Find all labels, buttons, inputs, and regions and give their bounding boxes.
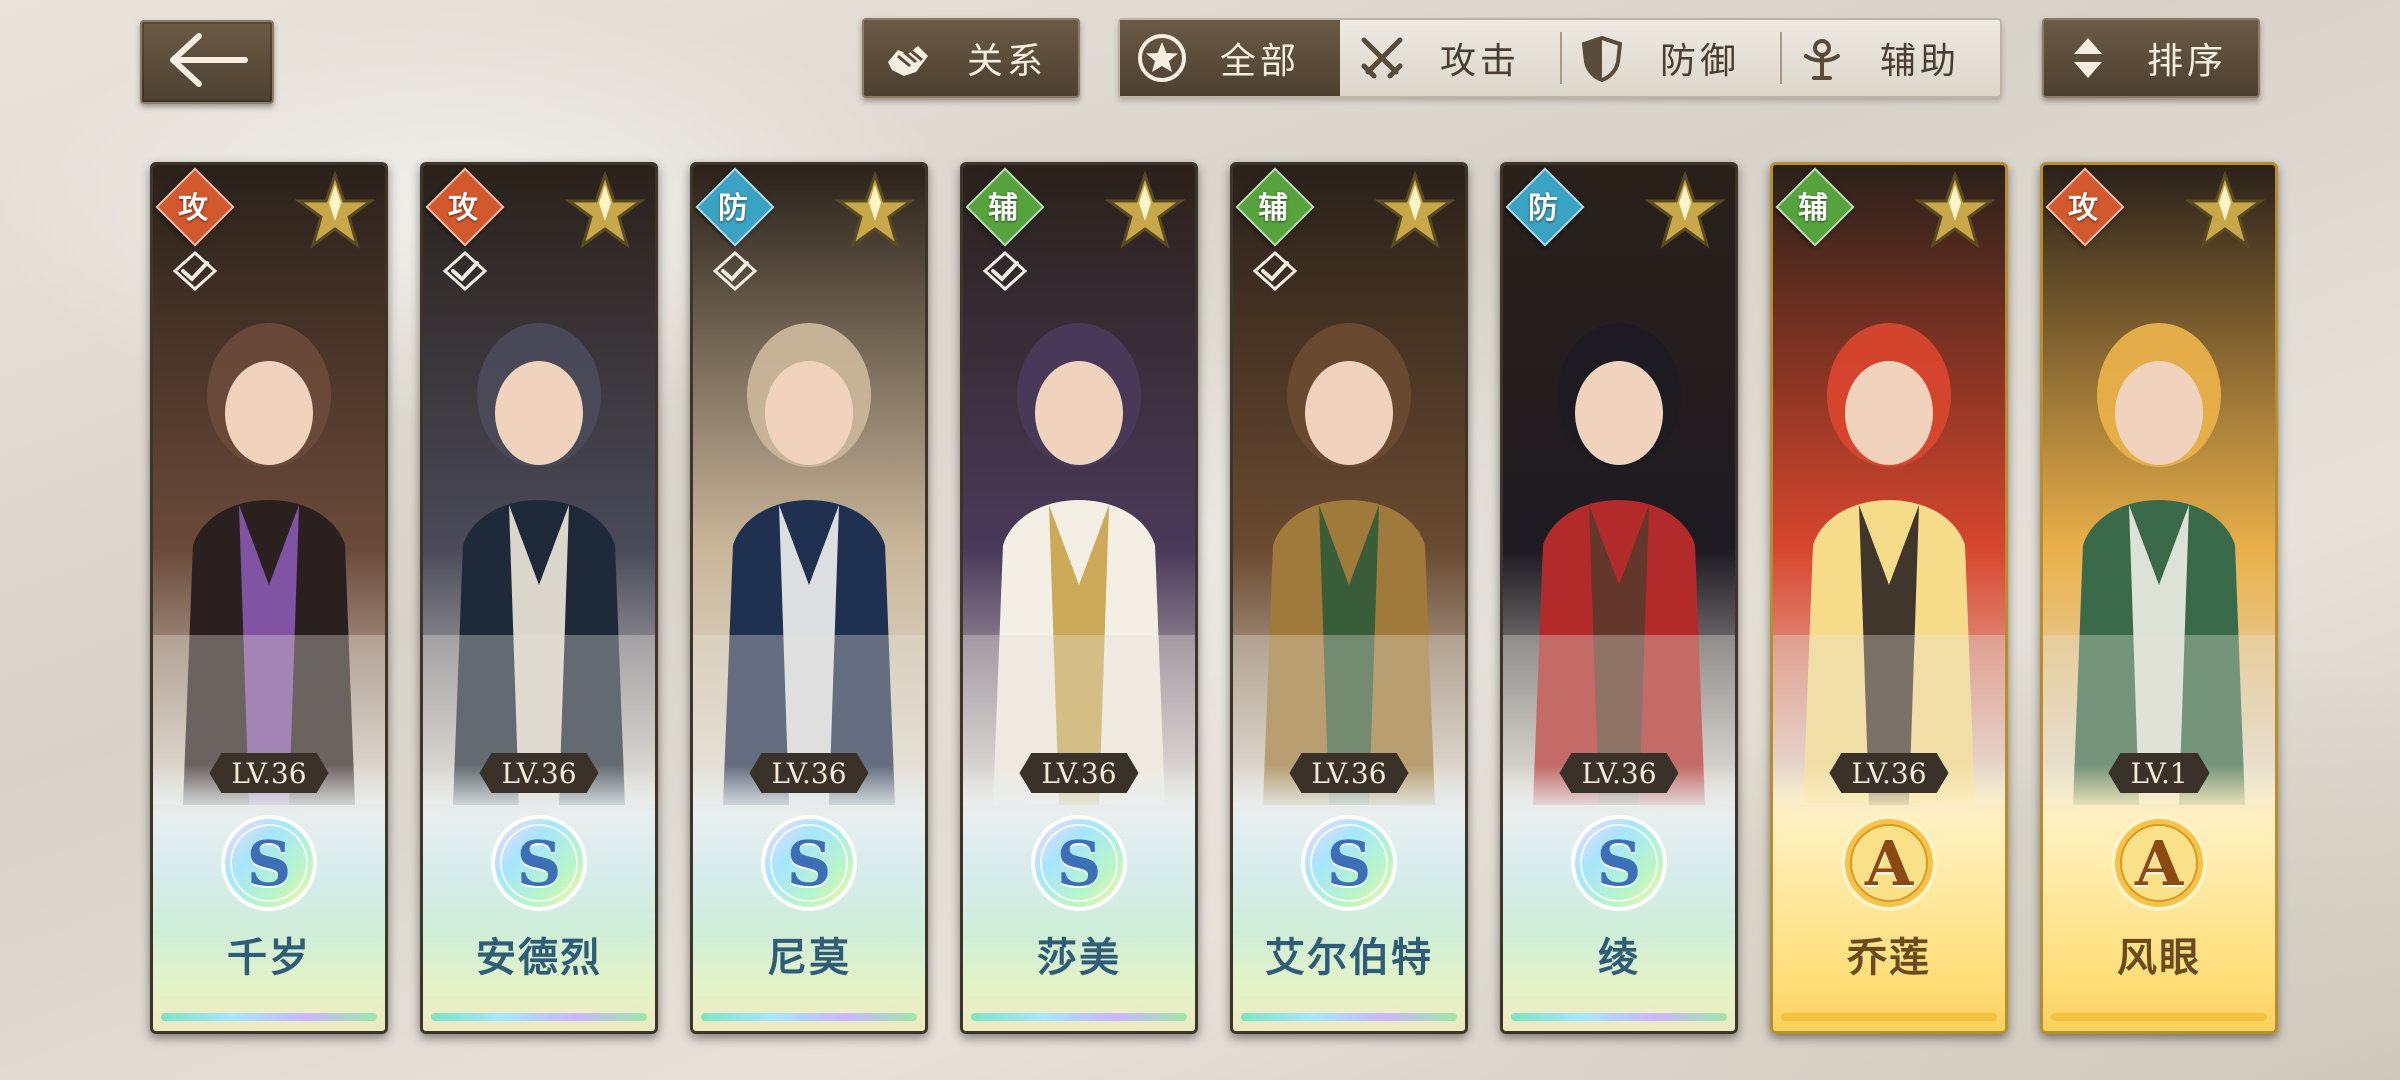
role-badge-label: 辅 [988,191,1018,226]
role-badge-label: 攻 [448,191,478,226]
role-badge-label: 辅 [1798,191,1828,226]
filter-label: 全部 [1219,41,1300,82]
support-icon [1794,30,1850,86]
rank-emblem: S [219,813,319,913]
role-filter-tabs: 全部 攻击 防御 辅助 [1118,18,2002,98]
shield-icon [1574,30,1630,86]
rank-letter: A [1864,826,1914,900]
character-name: 风眼 [2117,935,2201,981]
rank-emblem: A [1839,813,1939,913]
level-badge: LV.36 [1829,753,1948,793]
card-rarity-bar [161,1013,377,1021]
character-card[interactable]: 辅 LV.36 A 乔莲 [1770,162,2008,1034]
star-rank-icon [1914,170,1996,251]
filter-label: 辅助 [1879,41,1960,82]
star-circle-icon [1134,30,1190,86]
level-badge: LV.36 [1289,753,1408,793]
character-portrait [1773,165,2005,805]
relation-label: 关系 [966,41,1047,82]
hero-roster-screen: 关系 全部 攻击 防御 辅助 排序 攻 LV.36 S 千岁 攻 LV.36 S… [0,0,2400,1080]
handshake-icon [880,30,936,86]
rank-letter: A [2134,826,2184,900]
star-rank-icon [294,170,376,251]
character-card[interactable]: 防 LV.36 [690,162,928,1034]
selected-check-icon [1249,245,1301,297]
back-arrow-icon [165,32,249,92]
relation-button[interactable]: 关系 [862,18,1080,98]
character-card[interactable]: 攻 LV.1 A 风眼 [2040,162,2278,1034]
character-name: 尼莫 [767,935,851,981]
filter-tab-defense[interactable]: 防御 [1560,20,1780,96]
star-rank-icon [564,170,646,251]
sort-icon [2060,30,2116,86]
level-badge: LV.36 [749,753,868,793]
card-rarity-bar [1781,1013,1997,1021]
rank-letter: S [786,826,832,900]
selected-check-icon [979,245,1031,297]
filter-tab-all[interactable]: 全部 [1120,20,1340,96]
filter-tab-attack[interactable]: 攻击 [1340,20,1560,96]
selected-check-icon [709,245,761,297]
rank-letter: S [516,826,562,900]
star-rank-icon [834,170,916,251]
level-badge: LV.36 [1559,753,1678,793]
star-rank-icon [2184,170,2266,251]
star-rank-icon [1104,170,1186,251]
rank-emblem: S [1299,813,1399,913]
card-rarity-bar [971,1013,1187,1021]
filter-label: 防御 [1659,41,1740,82]
rank-letter: S [1326,826,1372,900]
card-rarity-bar [431,1013,647,1021]
sort-label: 排序 [2146,41,2227,82]
back-button[interactable] [140,20,274,104]
level-badge: LV.36 [479,753,598,793]
rank-letter: S [246,826,292,900]
card-rarity-bar [701,1013,917,1021]
character-portrait [2043,165,2275,805]
character-name: 莎美 [1037,935,1121,981]
role-badge-label: 攻 [178,191,208,226]
selected-check-icon [169,245,221,297]
character-portrait [1503,165,1735,805]
character-name: 安德烈 [476,935,602,981]
role-badge-label: 辅 [1258,191,1288,226]
selected-check-icon [439,245,491,297]
rank-emblem: S [1029,813,1129,913]
level-badge: LV.1 [2108,753,2209,793]
card-rarity-bar [1241,1013,1457,1021]
card-rarity-bar [1511,1013,1727,1021]
card-rarity-bar [2051,1013,2267,1021]
role-badge-label: 攻 [2068,191,2098,226]
rank-letter: S [1596,826,1642,900]
character-card[interactable]: 辅 LV.36 [960,162,1198,1034]
sort-button[interactable]: 排序 [2042,18,2260,98]
rank-letter: S [1056,826,1102,900]
star-rank-icon [1644,170,1726,251]
role-badge-label: 防 [718,191,748,226]
character-name: 绫 [1598,935,1640,981]
rank-emblem: S [489,813,589,913]
character-card[interactable]: 攻 LV.36 [150,162,388,1034]
level-badge: LV.36 [209,753,328,793]
filter-tab-support[interactable]: 辅助 [1780,20,2000,96]
crossed-swords-icon [1354,30,1410,86]
character-card[interactable]: 攻 LV.36 [420,162,658,1034]
rank-emblem: S [759,813,859,913]
rank-emblem: S [1569,813,1669,913]
role-badge-label: 防 [1528,191,1558,226]
character-name: 艾尔伯特 [1265,935,1433,981]
character-name: 千岁 [227,935,311,981]
character-card-list: 攻 LV.36 S 千岁 攻 LV.36 S 安德烈 防 LV.36 S 尼莫 … [150,162,2280,1034]
star-rank-icon [1374,170,1456,251]
character-card[interactable]: 辅 LV.36 [1230,162,1468,1034]
filter-label: 攻击 [1439,41,1520,82]
level-badge: LV.36 [1019,753,1138,793]
character-name: 乔莲 [1847,935,1931,981]
rank-emblem: A [2109,813,2209,913]
character-card[interactable]: 防 LV.36 [1500,162,1738,1034]
